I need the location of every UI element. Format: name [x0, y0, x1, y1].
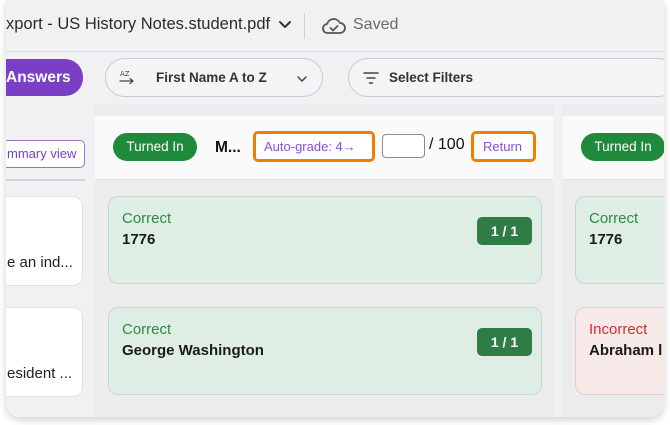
answer-text: Abraham l [589, 342, 663, 359]
question-card[interactable]: esident ... [6, 307, 83, 397]
sort-label: First Name A to Z [156, 70, 267, 85]
answer-card[interactable]: Correct 1776 1 / 1 [108, 196, 542, 284]
score-input[interactable] [382, 134, 425, 158]
sort-az-icon: AZ [119, 70, 134, 85]
toolbar: Answers AZ First Name A to Z Select Filt… [6, 52, 664, 104]
sort-dropdown[interactable]: AZ First Name A to Z [105, 58, 323, 97]
app-window: xport - US History Notes.student.pdf Sav… [6, 0, 664, 417]
return-button[interactable]: Return [471, 131, 536, 162]
question-card[interactable]: e an ind... [6, 196, 83, 286]
filters-dropdown[interactable]: Select Filters [348, 58, 664, 97]
answer-text: 1776 [122, 231, 156, 248]
answers-button[interactable]: Answers [6, 59, 83, 96]
score-total: / 100 [429, 136, 465, 153]
student-column: Turned In M... Auto-grade: 4→ / 100 Retu… [95, 104, 553, 417]
question-list: mmary view e an ind... esident ... [6, 104, 95, 417]
points-badge[interactable]: 1 / 1 [477, 217, 532, 245]
points-badge[interactable]: 1 / 1 [477, 328, 532, 356]
answer-status: Correct [122, 321, 172, 338]
answer-card[interactable]: Correct George Washington 1 / 1 [108, 307, 542, 395]
student-column: Turned In Correct 1776 Incorrect Abraham… [563, 104, 664, 417]
filters-label: Select Filters [389, 70, 474, 85]
chevron-down-icon [297, 76, 307, 82]
divider [304, 13, 305, 39]
cloud-check-icon [322, 18, 346, 34]
divider [6, 179, 85, 181]
answer-card[interactable]: Incorrect Abraham l [575, 307, 664, 395]
answer-card[interactable]: Correct 1776 [575, 196, 664, 284]
title-bar: xport - US History Notes.student.pdf Sav… [6, 0, 664, 52]
auto-grade-button[interactable]: Auto-grade: 4→ [253, 131, 375, 162]
svg-text:AZ: AZ [120, 70, 130, 78]
answer-status: Correct [589, 210, 639, 227]
return-label: Return [483, 139, 523, 154]
question-text: esident ... [7, 365, 73, 382]
chevron-down-icon[interactable] [277, 16, 293, 32]
save-status: Saved [353, 16, 399, 33]
document-title[interactable]: xport - US History Notes.student.pdf [6, 15, 270, 34]
answer-text: George Washington [122, 342, 264, 359]
question-text: e an ind... [7, 254, 73, 271]
auto-grade-label: Auto-grade: 4→ [264, 139, 356, 154]
answer-status: Incorrect [589, 321, 648, 338]
answer-status: Correct [122, 210, 172, 227]
filter-icon [363, 72, 379, 84]
status-badge: Turned In [581, 133, 664, 161]
student-header: Turned In [563, 116, 664, 180]
student-name[interactable]: M... [215, 139, 241, 157]
student-header: Turned In M... Auto-grade: 4→ / 100 Retu… [95, 116, 553, 180]
status-badge: Turned In [113, 133, 197, 161]
summary-view-button[interactable]: mmary view [6, 140, 85, 168]
answer-text: 1776 [589, 231, 623, 248]
